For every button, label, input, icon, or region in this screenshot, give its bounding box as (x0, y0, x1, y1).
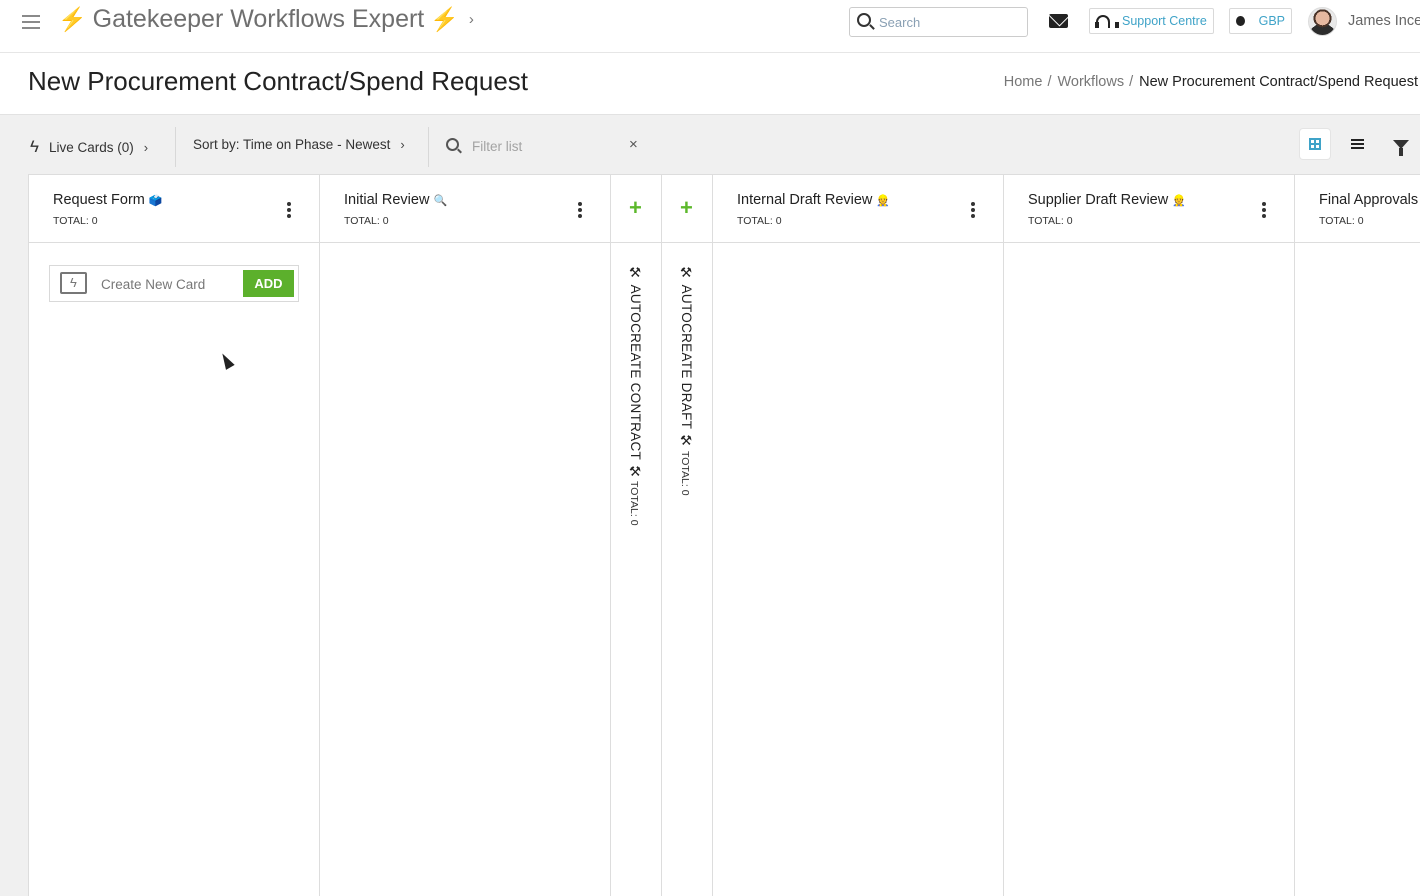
column-autocreate-draft: + ⚒ AUTOCREATE DRAFT ⚒ TOTAL: 0 (662, 175, 713, 896)
search-input[interactable] (879, 12, 1019, 32)
chevron-right-icon: › (143, 139, 149, 155)
column-total: TOTAL: 0 (53, 215, 98, 227)
worker-icon: 👷 (1172, 195, 1186, 207)
sort-dropdown[interactable]: Sort by: Time on Phase - Newest › (193, 137, 405, 152)
column-title: Supplier Draft Review 👷 (1028, 192, 1186, 208)
column-total: TOTAL: 0 (344, 215, 389, 227)
filter-input[interactable] (472, 136, 622, 156)
column-autocreate-contract: + ⚒ AUTOCREATE CONTRACT ⚒ TOTAL: 0 (611, 175, 662, 896)
app-title-text: Gatekeeper Workflows Expert (92, 5, 425, 33)
bolt-icon: ϟ (30, 137, 39, 156)
list-view-icon (1350, 137, 1364, 151)
create-card-input[interactable] (101, 275, 236, 293)
bolt-icon: ϟ (60, 272, 87, 294)
close-icon[interactable]: × (629, 136, 638, 153)
column-total: TOTAL: 0 (1028, 215, 1073, 227)
live-cards-label: Live Cards (0) (49, 139, 134, 155)
column-total: TOTAL: 0 (628, 481, 640, 526)
column-final-approvals: Final Approvals TOTAL: 0 (1295, 175, 1420, 896)
live-cards-button[interactable]: ϟ Live Cards (0) › (30, 137, 148, 157)
column-title-text: Initial Review (344, 192, 430, 208)
breadcrumb-workflows[interactable]: Workflows (1057, 74, 1124, 90)
grid-view-button[interactable] (1300, 129, 1330, 159)
mail-icon[interactable] (1049, 14, 1068, 28)
column-title-text: Internal Draft Review (737, 192, 873, 208)
currency-button[interactable]: GBP (1229, 8, 1292, 34)
column-internal-draft-review: Internal Draft Review 👷 TOTAL: 0 (713, 175, 1004, 896)
column-supplier-draft-review: Supplier Draft Review 👷 TOTAL: 0 (1004, 175, 1295, 896)
add-card-button[interactable]: ADD (243, 270, 294, 297)
column-header: Request Form 🗳️ TOTAL: 0 (29, 175, 319, 243)
plus-icon[interactable]: + (680, 197, 693, 219)
column-title: Initial Review 🔍 (344, 192, 447, 208)
breadcrumb-current: New Procurement Contract/Spend Request (1139, 74, 1418, 90)
filter-icon (1393, 139, 1409, 156)
board-area: ϟ Live Cards (0) › Sort by: Time on Phas… (0, 114, 1420, 896)
column-title-text: Final Approvals (1319, 192, 1419, 208)
currency-label: GBP (1258, 14, 1285, 28)
support-centre-button[interactable]: Support Centre (1089, 8, 1214, 34)
divider (428, 127, 429, 167)
kebab-icon[interactable] (971, 202, 975, 220)
divider (175, 127, 176, 167)
kebab-icon[interactable] (287, 202, 291, 220)
top-bar: ⚡ Gatekeeper Workflows Expert ⚡ › Suppor… (0, 0, 1420, 53)
kebab-icon[interactable] (578, 202, 582, 220)
automation-label: ⚒ AUTOCREATE DRAFT ⚒ (679, 265, 694, 450)
kebab-icon[interactable] (1262, 202, 1266, 220)
column-initial-review: Initial Review 🔍 TOTAL: 0 (320, 175, 611, 896)
magnifier-icon: 🔍 (433, 195, 448, 207)
headset-icon (1095, 14, 1119, 28)
search-icon (446, 138, 459, 151)
breadcrumb-home[interactable]: Home (1004, 74, 1043, 90)
column-header: + (662, 175, 712, 243)
grid-view-icon (1309, 138, 1321, 150)
global-search[interactable] (849, 7, 1028, 37)
kanban-board: Request Form 🗳️ TOTAL: 0 ϟ ADD Initial R… (28, 174, 1420, 896)
column-header: Supplier Draft Review 👷 TOTAL: 0 (1004, 175, 1294, 243)
ballot-box-icon: 🗳️ (148, 195, 163, 207)
column-title: Request Form 🗳️ (53, 192, 163, 208)
column-total: TOTAL: 0 (679, 451, 691, 496)
support-centre-label: Support Centre (1122, 14, 1207, 28)
column-request-form: Request Form 🗳️ TOTAL: 0 ϟ ADD (29, 175, 320, 896)
bolt-icon: ⚡ (430, 6, 459, 32)
worker-icon: 👷 (876, 195, 891, 207)
column-header: Internal Draft Review 👷 TOTAL: 0 (713, 175, 1003, 243)
column-title: Internal Draft Review 👷 (737, 192, 890, 208)
list-view-button[interactable] (1342, 129, 1372, 159)
coin-icon (1236, 16, 1245, 26)
sort-label: Sort by: Time on Phase - Newest (193, 137, 391, 152)
automation-label: ⚒ AUTOCREATE CONTRACT ⚒ (628, 265, 643, 481)
user-name[interactable]: James Ince (1348, 13, 1420, 29)
chevron-right-icon: › (400, 137, 405, 152)
chevron-right-icon[interactable]: › (469, 11, 474, 28)
search-icon (857, 13, 871, 27)
menu-icon[interactable] (22, 15, 40, 29)
page-title: New Procurement Contract/Spend Request (28, 66, 529, 96)
column-header: Initial Review 🔍 TOTAL: 0 (320, 175, 610, 243)
app-title[interactable]: ⚡ Gatekeeper Workflows Expert ⚡ › (58, 5, 474, 34)
column-header: Final Approvals TOTAL: 0 (1295, 175, 1420, 243)
column-title-text: Supplier Draft Review (1028, 192, 1169, 208)
column-title-text: Request Form (53, 192, 145, 208)
column-title: Final Approvals (1319, 192, 1418, 208)
column-header: + (611, 175, 661, 243)
column-total: TOTAL: 0 (737, 215, 782, 227)
plus-icon[interactable]: + (629, 197, 642, 219)
breadcrumb: Home / Workflows / New Procurement Contrac… (1003, 74, 1418, 90)
create-card-form: ϟ ADD (49, 265, 299, 302)
bolt-icon: ⚡ (58, 6, 87, 32)
column-total: TOTAL: 0 (1319, 215, 1364, 227)
filter-button[interactable] (1386, 129, 1416, 159)
avatar[interactable] (1308, 7, 1337, 36)
